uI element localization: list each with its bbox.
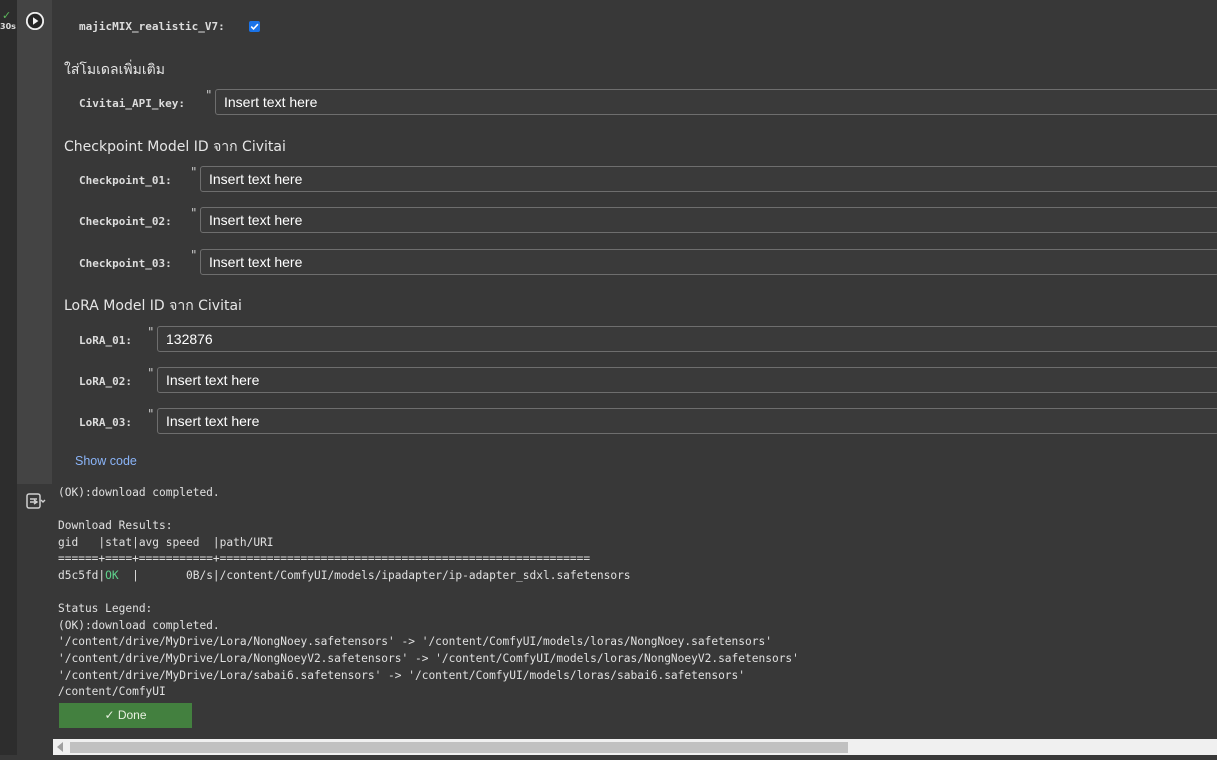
lora-01-label: LoRA_01:	[79, 334, 132, 347]
show-code-link[interactable]: Show code	[75, 454, 137, 468]
output-line: Status Legend:	[58, 602, 153, 616]
checkpoint-03-input[interactable]: Insert text here	[200, 249, 1217, 275]
checkpoint-03-label: Checkpoint_03:	[79, 257, 172, 270]
scroll-left-icon[interactable]	[57, 742, 63, 752]
quote-mark: "	[191, 206, 197, 220]
bottom-strip	[0, 755, 1217, 760]
cell-gutter: ✓ 30s	[0, 0, 17, 760]
output-settings-icon	[26, 493, 46, 509]
checkpoint-01-label: Checkpoint_01:	[79, 174, 172, 187]
lora-03-label: LoRA_03:	[79, 416, 132, 429]
quote-mark: "	[148, 366, 154, 380]
civitai-api-key-input[interactable]: Insert text here	[215, 89, 1217, 115]
checkpoint-02-label: Checkpoint_02:	[79, 215, 172, 228]
scrollbar-thumb[interactable]	[70, 742, 848, 753]
majicmix-label: majicMIX_realistic_V7:	[79, 20, 225, 33]
check-icon: ✓	[2, 9, 12, 22]
quote-mark: "	[191, 248, 197, 262]
run-cell-button[interactable]	[26, 12, 44, 30]
horizontal-scrollbar[interactable]	[53, 739, 1217, 755]
output-line: '/content/drive/MyDrive/Lora/sabai6.safe…	[58, 668, 746, 682]
execution-time: 30s	[0, 22, 16, 31]
status-ok: OK	[105, 568, 119, 582]
output-line: ======+====+===========+================…	[58, 552, 591, 566]
output-line: Download Results:	[58, 519, 173, 533]
quote-mark: "	[206, 88, 212, 102]
output-menu-icon[interactable]	[25, 491, 47, 511]
section-title-extra-models: ใส่โมเดลเพิ่มเติม	[64, 62, 165, 78]
lora-03-input[interactable]: Insert text here	[157, 408, 1217, 434]
checkmark-icon	[250, 23, 259, 31]
output-line: (OK):download completed.	[58, 618, 220, 632]
section-title-checkpoint: Checkpoint Model ID จาก Civitai	[64, 139, 286, 155]
lora-02-label: LoRA_02:	[79, 375, 132, 388]
output-line: | 0B/s|/content/ComfyUI/models/ipadapter…	[118, 568, 631, 582]
quote-mark: "	[191, 165, 197, 179]
checkpoint-02-input[interactable]: Insert text here	[200, 207, 1217, 233]
civitai-api-key-label: Civitai_API_key:	[79, 97, 185, 110]
cell-output: (OK):download completed. Download Result…	[58, 485, 799, 701]
majicmix-checkbox[interactable]	[249, 21, 260, 32]
quote-mark: "	[148, 407, 154, 421]
lora-01-input[interactable]: 132876	[157, 326, 1217, 352]
cell-toolbar	[17, 0, 52, 484]
output-line: '/content/drive/MyDrive/Lora/NongNoeyV2.…	[58, 651, 799, 665]
quote-mark: "	[148, 325, 154, 339]
done-button[interactable]: ✓ Done	[59, 703, 192, 728]
output-line: '/content/drive/MyDrive/Lora/NongNoey.sa…	[58, 635, 772, 649]
checkpoint-01-input[interactable]: Insert text here	[200, 166, 1217, 192]
output-line: (OK):download completed.	[58, 486, 220, 499]
output-line: gid |stat|avg speed |path/URI	[58, 535, 274, 549]
play-icon	[26, 12, 44, 30]
lora-02-input[interactable]: Insert text here	[157, 367, 1217, 393]
output-line: d5c5fd|	[58, 568, 106, 582]
section-title-lora: LoRA Model ID จาก Civitai	[64, 298, 242, 314]
output-line: /content/ComfyUI	[58, 685, 166, 699]
